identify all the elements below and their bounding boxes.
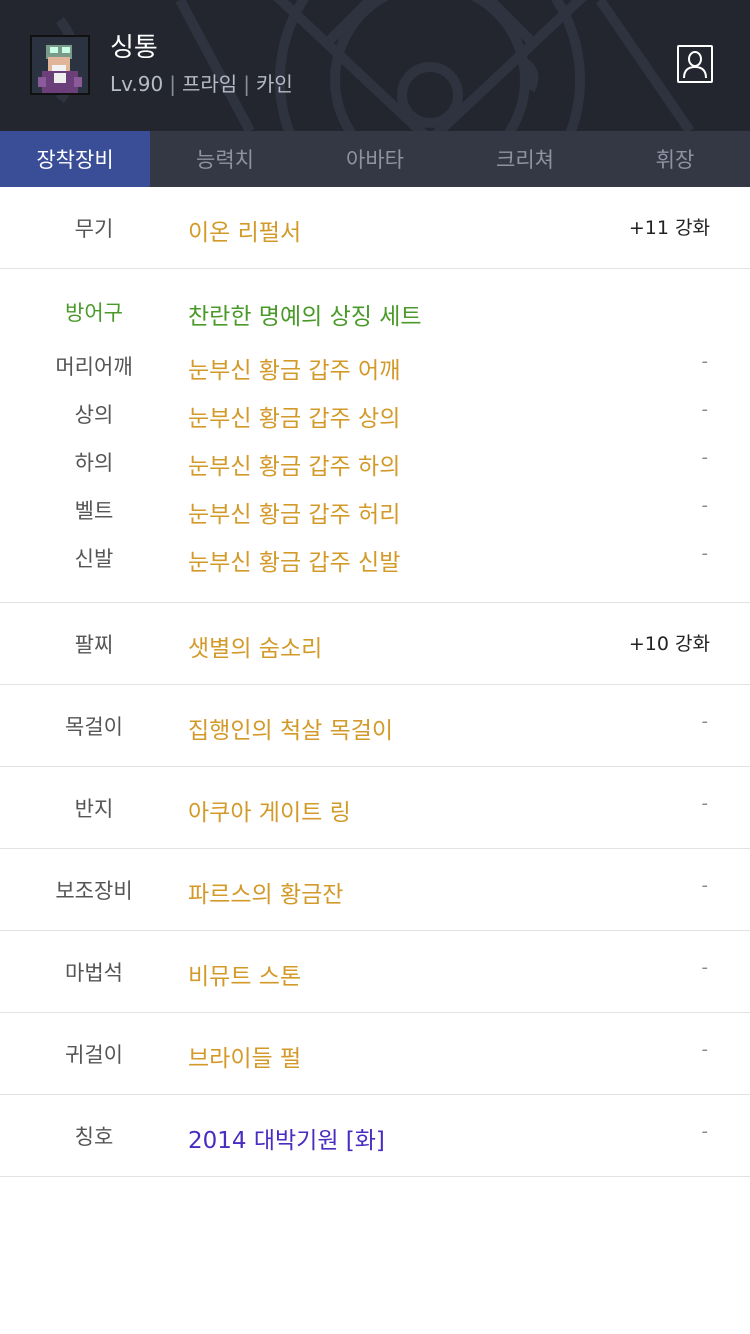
item-name: 눈부신 황금 갑주 하의 [188,454,401,480]
enhance-level: - [701,447,709,468]
item-name: 눈부신 황금 갑주 어깨 [188,358,401,384]
slot-label: 신발 [74,547,114,571]
enhance-level: - [701,351,709,372]
enhance-level: +10 강화 [628,633,710,655]
tab-creature[interactable]: 크리쳐 [450,131,600,187]
equipment-row-title[interactable]: 칭호 2014 대박기원 [화] - [0,1095,750,1177]
equipment-row-subequip[interactable]: 보조장비 파르스의 황금잔 - [0,849,750,931]
tab-bar: 장착장비 능력치 아바타 크리쳐 휘장 [0,131,750,187]
tab-stats[interactable]: 능력치 [150,131,300,187]
slot-label: 칭호 [74,1125,114,1149]
item-name: 파르스의 황금잔 [188,882,344,908]
character-header: 싱통 Lv.90 | 프라임 | 카인 [0,0,750,131]
tab-emblem[interactable]: 휘장 [600,131,750,187]
character-level: Lv.90 [110,72,164,96]
slot-label: 벨트 [74,499,114,523]
slot-label: 무기 [74,217,114,241]
enhance-level: - [701,399,709,420]
character-avatar [30,35,90,95]
item-name: 눈부신 황금 갑주 허리 [188,502,401,528]
equipment-row-weapon[interactable]: 무기 이온 리펄서 +11 강화 [0,187,750,269]
slot-label: 보조장비 [55,879,133,903]
slot-label: 목걸이 [65,715,123,739]
person-profile-icon [683,51,707,79]
equipment-list: 무기 이온 리펄서 +11 강화 방어구 찬란한 명예의 상징 세트 머리어깨 … [0,187,750,1177]
enhance-level: - [701,711,709,732]
equipment-row-necklace[interactable]: 목걸이 집행인의 척살 목걸이 - [0,685,750,767]
enhance-level: - [701,495,709,516]
info-separator: | [243,72,250,96]
equipment-row-earring[interactable]: 귀걸이 브라이들 펄 - [0,1013,750,1095]
slot-label: 귀걸이 [65,1043,123,1067]
item-name: 눈부신 황금 갑주 상의 [188,406,401,432]
item-name: 눈부신 황금 갑주 신발 [188,550,401,576]
item-name: 비뮤트 스톤 [188,964,302,990]
enhance-level: - [701,1121,709,1142]
character-job: 프라임 [181,72,238,96]
item-name: 샛별의 숨소리 [188,636,323,662]
enhance-level: - [701,543,709,564]
profile-button[interactable] [677,45,713,83]
slot-label: 마법석 [65,961,123,985]
enhance-level: - [701,793,709,814]
tab-avatar[interactable]: 아바타 [300,131,450,187]
enhance-level: - [701,957,709,978]
slot-label: 머리어깨 [55,355,133,379]
enhance-level: +11 강화 [628,217,710,239]
character-portrait-icon [32,37,88,93]
item-name: 2014 대박기원 [화] [188,1128,385,1154]
item-name: 아쿠아 게이트 링 [188,800,351,826]
equipment-row-bracelet[interactable]: 팔찌 샛별의 숨소리 +10 강화 [0,603,750,685]
slot-label: 반지 [74,797,114,821]
item-name: 집행인의 척살 목걸이 [188,718,394,744]
item-name: 이온 리펄서 [188,220,302,246]
character-server: 카인 [255,72,293,96]
set-name: 찬란한 명예의 상징 세트 [188,304,422,330]
slot-label: 방어구 [65,301,123,325]
slot-label: 하의 [74,451,114,475]
character-info: Lv.90 | 프라임 | 카인 [110,70,293,98]
enhance-level: - [701,875,709,896]
equipment-row-armor-set[interactable]: 방어구 찬란한 명예의 상징 세트 머리어깨 눈부신 황금 갑주 어깨 - 상의… [0,269,750,603]
enhance-level: - [701,1039,709,1060]
equipment-row-ring[interactable]: 반지 아쿠아 게이트 링 - [0,767,750,849]
character-name: 싱통 [110,33,158,63]
item-name: 브라이들 펄 [188,1046,302,1072]
info-separator: | [169,72,176,96]
slot-label: 상의 [74,403,114,427]
equipment-row-magicstone[interactable]: 마법석 비뮤트 스톤 - [0,931,750,1013]
slot-label: 팔찌 [74,633,114,657]
tab-equipment[interactable]: 장착장비 [0,131,150,187]
